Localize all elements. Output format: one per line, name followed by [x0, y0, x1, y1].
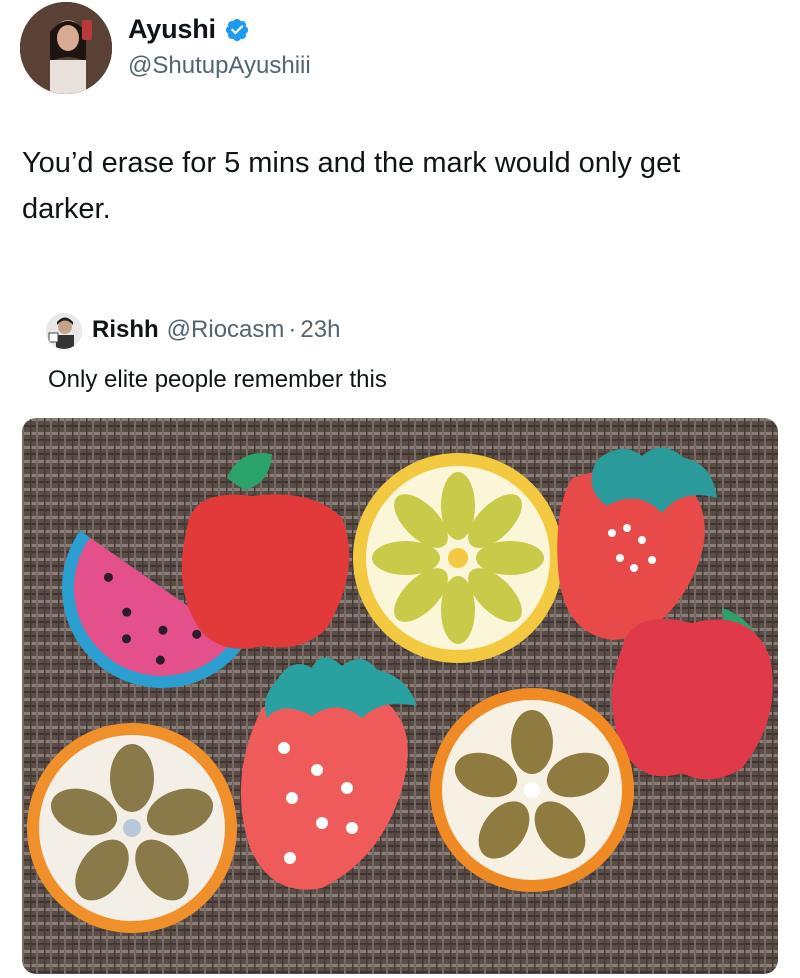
quoted-author-name[interactable]: Rishh [92, 316, 159, 344]
separator-dot: · [288, 316, 297, 343]
author-handle[interactable]: @ShutupAyushiii [128, 52, 311, 80]
quoted-author-handle[interactable]: @Riocasm [167, 316, 285, 344]
fruit-erasers-image [22, 418, 778, 974]
quoted-tweet-text: Only elite people remember this [48, 366, 387, 393]
tweet-text: You’d erase for 5 mins and the mark woul… [22, 147, 681, 225]
verified-badge-icon [225, 18, 248, 41]
quoted-tweet-photo[interactable] [22, 418, 778, 974]
quoted-author-avatar[interactable] [46, 313, 82, 349]
author-name-row[interactable]: Ayushi [128, 14, 250, 45]
quoted-timestamp[interactable]: 23h [300, 316, 340, 344]
author-avatar[interactable] [20, 2, 112, 94]
quoted-tweet-header: Rishh @Riocasm · 23h [92, 316, 340, 344]
author-name[interactable]: Ayushi [128, 14, 216, 45]
